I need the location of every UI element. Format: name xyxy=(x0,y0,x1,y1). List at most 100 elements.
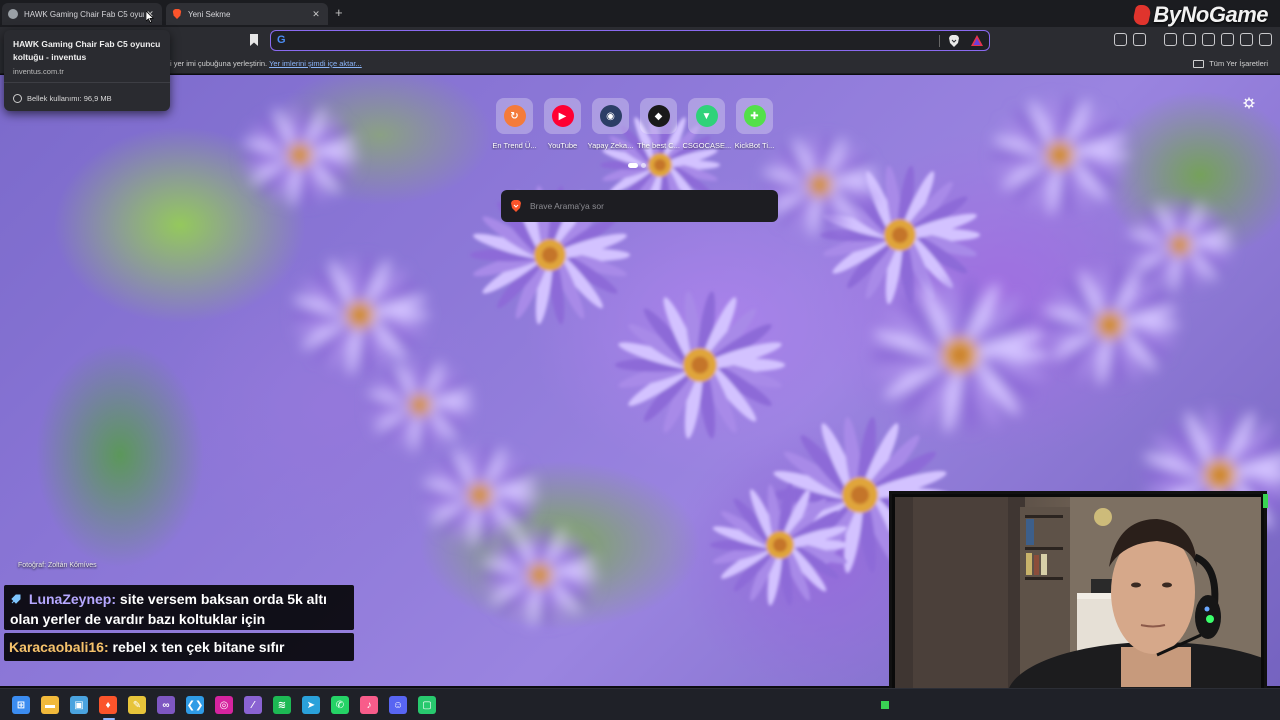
mouse-cursor-icon xyxy=(146,11,154,23)
feather-app-icon[interactable]: ⁄ xyxy=(244,696,262,714)
tab-hawk-chair[interactable]: HAWK Gaming Chair Fab C5 oyuncu koltuğu … xyxy=(2,3,162,25)
shortcut-tile[interactable]: ✚ KickBot Ti... xyxy=(735,98,774,150)
shortcut-tile-bg[interactable]: ▶ xyxy=(544,98,581,134)
chat-message: Karacaobali16: rebel x ten çek bitane sı… xyxy=(4,633,354,661)
shortcut-tile-bg[interactable]: ▼ xyxy=(688,98,725,134)
reader-mode-icon[interactable] xyxy=(1133,33,1146,46)
photo-credit[interactable]: Fotoğraf: Zoltán Kőmíves xyxy=(18,562,97,569)
globe-icon xyxy=(8,9,18,19)
box-icon: ◆ xyxy=(647,105,670,127)
shortcut-tile[interactable]: ↻ En Trend Ü... xyxy=(492,98,537,150)
shortcut-label: The best C... xyxy=(637,141,680,150)
whatsapp-icon[interactable]: ✆ xyxy=(331,696,349,714)
webcam-accent xyxy=(1263,494,1268,508)
shortcut-tile[interactable]: ◉ Yapay Zeka... xyxy=(588,98,633,150)
tab-hover-card: HAWK Gaming Chair Fab C5 oyuncu koltuğu … xyxy=(4,30,170,111)
shortcut-tile[interactable]: ▼ CSGOCASE... xyxy=(683,98,731,150)
chat-text: rebel x ten çek bitane sıfır xyxy=(112,639,285,655)
all-bookmarks-button[interactable]: Tüm Yer İşaretleri xyxy=(1193,59,1268,68)
telegram-icon[interactable]: ➤ xyxy=(302,696,320,714)
flower xyxy=(365,357,475,453)
brave-lion-icon xyxy=(511,200,521,212)
taskbar-apps: ⊞ ▬ ▣ ♦ ✎ ∞ ❮❯ ◎ ⁄ ≋ ➤ ✆ ♪ ☺ ▢ xyxy=(12,696,436,714)
google-icon: G xyxy=(277,34,286,46)
shortcut-label: YouTube xyxy=(547,141,578,150)
tab-strip: HAWK Gaming Chair Fab C5 oyuncu koltuğu … xyxy=(0,0,1280,27)
search-placeholder: Brave Arama'ya sor xyxy=(530,201,604,211)
kickbot-icon: ✚ xyxy=(743,105,766,127)
flower xyxy=(480,523,600,627)
sidebar-icon[interactable] xyxy=(1183,33,1196,46)
shortcut-label: En Trend Ü... xyxy=(492,141,537,150)
omnibox-divider xyxy=(939,35,940,47)
shortcut-label: CSGOCASE... xyxy=(682,141,731,150)
toolbar-gap xyxy=(1152,33,1158,46)
vscode-icon[interactable]: ❮❯ xyxy=(186,696,204,714)
vpn-shield-icon[interactable] xyxy=(1240,33,1253,46)
memory-usage-text: Bellek kullanımı: 96,9 MB xyxy=(27,94,112,103)
menu-icon[interactable] xyxy=(1259,33,1272,46)
close-icon[interactable]: ✕ xyxy=(310,9,322,20)
brave-shields-icon[interactable] xyxy=(949,35,959,47)
page-dot-active[interactable] xyxy=(628,163,638,168)
bynogame-logo-mark xyxy=(1132,5,1153,25)
webcam-scene xyxy=(895,497,1261,705)
shortcut-tile-bg[interactable]: ◆ xyxy=(640,98,677,134)
shortcut-tile-bg[interactable]: ↻ xyxy=(496,98,533,134)
photos-icon[interactable]: ▣ xyxy=(70,696,88,714)
visual-studio-icon[interactable]: ∞ xyxy=(157,696,175,714)
brave-browser-icon[interactable]: ♦ xyxy=(99,696,117,714)
new-tab-button[interactable]: + xyxy=(335,5,343,20)
leo-ai-icon[interactable] xyxy=(1221,33,1234,46)
streaming-app-icon[interactable]: ▢ xyxy=(418,696,436,714)
import-bookmarks-link[interactable]: Yer imlerini şimdi içe aktar... xyxy=(269,59,362,68)
ai-robot-icon: ◉ xyxy=(599,105,622,127)
flower xyxy=(990,94,1130,216)
hover-card-domain: inventus.com.tr xyxy=(13,67,64,76)
address-input[interactable] xyxy=(293,33,933,48)
page-dot[interactable] xyxy=(641,163,646,168)
file-explorer-icon[interactable]: ▬ xyxy=(41,696,59,714)
trend-icon: ↻ xyxy=(503,105,526,127)
tab-new-tab[interactable]: Yeni Sekme ✕ xyxy=(166,3,328,25)
shortcut-tile-bg[interactable]: ✚ xyxy=(736,98,773,134)
brave-rewards-icon[interactable] xyxy=(971,35,983,47)
shortcut-tile[interactable]: ◆ The best C... xyxy=(637,98,680,150)
flower xyxy=(615,291,785,439)
extensions-icon[interactable] xyxy=(1114,33,1127,46)
address-bar[interactable]: G xyxy=(270,30,990,51)
spotify-icon[interactable]: ≋ xyxy=(273,696,291,714)
green-indicator xyxy=(881,701,889,709)
shortcut-label: KickBot Ti... xyxy=(734,141,775,150)
folder-icon xyxy=(1193,59,1205,68)
browser-toolbar: G xyxy=(0,27,1280,54)
itunes-icon[interactable]: ♪ xyxy=(360,696,378,714)
bynogame-logo-text: ByNoGame xyxy=(1153,2,1268,27)
bookmark-icon[interactable] xyxy=(248,33,260,47)
hover-card-title: HAWK Gaming Chair Fab C5 oyuncu koltuğu … xyxy=(13,39,161,62)
download-icon[interactable] xyxy=(1164,33,1177,46)
windows-taskbar: ⊞ ▬ ▣ ♦ ✎ ∞ ❮❯ ◎ ⁄ ≋ ➤ ✆ ♪ ☺ ▢ xyxy=(0,688,1280,720)
toolbar-actions xyxy=(1114,33,1272,46)
wallet-icon[interactable] xyxy=(1202,33,1215,46)
bynogame-logo: ByNoGame xyxy=(1132,2,1268,28)
app-pinned-icon[interactable]: ✎ xyxy=(128,696,146,714)
chat-message: LunaZeynep: site versem baksan orda 5k a… xyxy=(4,585,354,630)
tab-title: Yeni Sekme xyxy=(188,9,231,19)
hover-card-memory: Bellek kullanımı: 96,9 MB xyxy=(13,94,112,103)
csgocase-icon: ▼ xyxy=(695,105,718,127)
rocket-badge-icon xyxy=(11,594,21,604)
flower xyxy=(240,103,360,207)
shortcut-tile[interactable]: ▶ YouTube xyxy=(544,98,581,150)
windows-start-icon[interactable]: ⊞ xyxy=(12,696,30,714)
discord-icon[interactable]: ☺ xyxy=(389,696,407,714)
top-sites-shortcuts: ↻ En Trend Ü... ▶ YouTube ◉ Yapay Zeka... ◆ The… xyxy=(492,98,774,150)
instagram-icon[interactable]: ◎ xyxy=(215,696,233,714)
gear-icon[interactable] xyxy=(1243,97,1255,109)
webcam-feed xyxy=(895,497,1261,705)
shortcut-page-dots[interactable] xyxy=(628,163,646,168)
bookmarks-hint-text: i yer imi çubuğuna yerleştirin. xyxy=(170,59,268,68)
shortcut-tile-bg[interactable]: ◉ xyxy=(592,98,629,134)
brave-search-box[interactable]: Brave Arama'ya sor xyxy=(501,190,778,222)
memory-gauge-icon xyxy=(13,94,22,103)
